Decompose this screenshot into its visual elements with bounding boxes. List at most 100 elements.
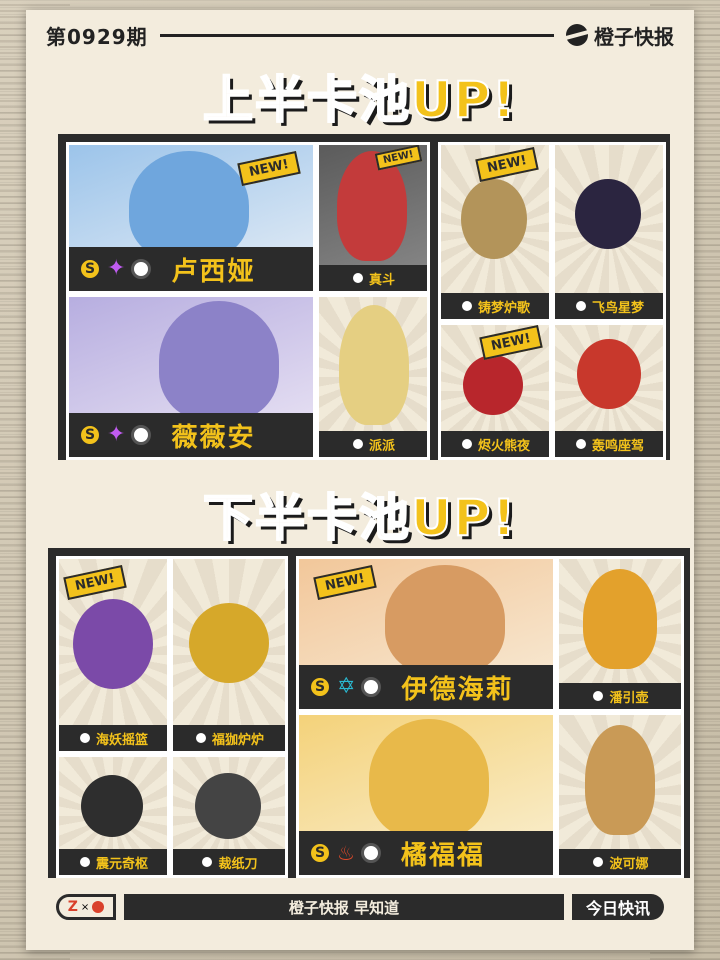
planet-icon (92, 901, 105, 913)
agent-label: 波可娜 (559, 849, 681, 875)
role-icon (77, 855, 92, 869)
footer-tag: 今日快讯 (571, 894, 664, 920)
engine-5-image (73, 599, 153, 689)
agent-nameplate: S ♨ 橘福福 (299, 831, 553, 875)
s-rank-icon: S (309, 676, 331, 698)
lower-title-up: UP! (410, 488, 518, 548)
footer-bar: Z × 橙子快报 早知道 今日快讯 (56, 894, 664, 920)
brand-name: 橙子快报 (594, 24, 674, 49)
anomaly-role-icon (131, 425, 152, 445)
bokena-portrait (585, 725, 655, 835)
engine-card-2[interactable]: 飞鸟星梦 (552, 142, 666, 322)
engine-card-5[interactable]: NEW! 海妖摇篮 (56, 556, 170, 754)
agent-card-bokena[interactable]: 波可娜 (556, 712, 684, 878)
engine-card-6[interactable]: 福㹢炉炉 (170, 556, 288, 754)
engine-6-image (189, 603, 269, 683)
vivian-portrait (159, 301, 279, 421)
rank-a-icon (350, 437, 365, 451)
agent-name: 薇薇安 (171, 422, 256, 453)
agent-card-yidehaili[interactable]: NEW! S ✡ 伊德海莉 (296, 556, 556, 712)
agent-card-jufufu[interactable]: S ♨ 橘福福 (296, 712, 556, 878)
agent-nameplate: S ✦ 卢西娅 (69, 247, 313, 291)
footer-slogan: 橙子快报 早知道 (124, 894, 564, 920)
lower-pool-panel: NEW! 海妖摇篮 福㹢炉炉 震元奇枢 裁纸刀 NEW! S ✡ 伊德海莉 S … (48, 548, 690, 878)
agent-nameplate: S ✦ 薇薇安 (69, 413, 313, 457)
ice-attribute-icon: ✡ (337, 674, 356, 699)
agent-name: 真斗 (368, 272, 395, 288)
engine-label: 飞鸟星梦 (555, 293, 663, 319)
agent-label: 派派 (319, 431, 427, 457)
new-badge: NEW! (313, 565, 377, 600)
footer-logos: Z × (56, 894, 116, 920)
agent-card-vivian[interactable]: S ✦ 薇薇安 (66, 294, 316, 460)
engine-name: 海妖摇篮 (95, 732, 148, 748)
new-badge: NEW! (374, 145, 423, 171)
s-rank-icon: S (309, 842, 331, 864)
role-icon (459, 437, 474, 451)
role-icon (193, 731, 208, 745)
agent-name: 橘福福 (400, 840, 485, 871)
upper-pool-title: 上半卡池UP! (26, 60, 694, 132)
engine-2-image (575, 179, 641, 249)
engine-name: 福㹢炉炉 (211, 732, 264, 748)
new-badge: NEW! (475, 147, 539, 182)
agent-card-lucia[interactable]: NEW! S ✦ 卢西娅 (66, 142, 316, 294)
engine-card-4[interactable]: 轰鸣座驾 (552, 322, 666, 460)
new-badge: NEW! (237, 151, 301, 186)
agent-name: 伊德海莉 (401, 674, 514, 705)
jufufu-portrait (369, 719, 489, 839)
header-bar: 第0929期 橙子快报 (46, 20, 674, 50)
agent-label: 潘引壶 (559, 683, 681, 709)
header-divider (159, 33, 554, 37)
role-icon (77, 731, 92, 745)
engine-card-3[interactable]: NEW! 烬火熊夜 (438, 322, 552, 460)
role-icon (200, 855, 215, 869)
agent-name: 波可娜 (609, 856, 649, 872)
support-role-icon (131, 259, 152, 279)
role-icon (573, 299, 588, 313)
poster-sheet: 第0929期 橙子快报 上半卡池UP! NEW! S ✦ 卢西娅 NEW! 真斗… (26, 10, 694, 950)
s-rank-icon: S (79, 424, 101, 446)
role-icon (459, 299, 474, 313)
engine-label: 震元奇枢 (59, 849, 167, 875)
upper-pool-panel: NEW! S ✦ 卢西娅 NEW! 真斗 S ✦ 薇薇安 派派 NEW! 铸梦炉… (58, 134, 670, 460)
engine-label: 烬火熊夜 (441, 431, 549, 457)
planet-logo-icon (566, 24, 588, 46)
engine-3-image (463, 355, 523, 415)
upper-title-up: UP! (410, 70, 518, 130)
agent-card-paipai[interactable]: 派派 (316, 294, 430, 460)
upper-title-main: 上半卡池 (202, 70, 411, 130)
issue-number: 第0929期 (46, 24, 148, 49)
engine-label: 裁纸刀 (173, 849, 285, 875)
engine-card-8[interactable]: 裁纸刀 (170, 754, 288, 878)
engine-card-1[interactable]: NEW! 铸梦炉歌 (438, 142, 552, 322)
role-icon (573, 437, 588, 451)
engine-name: 轰鸣座驾 (591, 438, 644, 454)
engine-label: 福㹢炉炉 (173, 725, 285, 751)
agent-label: 真斗 (319, 265, 427, 291)
engine-label: 海妖摇篮 (59, 725, 167, 751)
s-rank-icon: S (79, 258, 101, 280)
footer-separator: × (80, 901, 90, 913)
brand: 橙子快报 (566, 21, 674, 50)
engine-name: 震元奇枢 (95, 856, 148, 872)
engine-1-image (461, 179, 527, 259)
engine-label: 铸梦炉歌 (441, 293, 549, 319)
attack-role-icon (361, 677, 382, 697)
agent-name: 卢西娅 (171, 256, 256, 287)
agent-card-panyinhu[interactable]: 潘引壶 (556, 556, 684, 712)
engine-card-7[interactable]: 震元奇枢 (56, 754, 170, 878)
fire-attribute-icon: ♨ (337, 841, 355, 865)
agent-card-zhendou[interactable]: NEW! 真斗 (316, 142, 430, 294)
ether-attribute-icon: ✦ (107, 422, 126, 447)
zzz-logo: Z (67, 899, 78, 915)
lower-title-main: 下半卡池 (202, 488, 411, 548)
engine-8-image (195, 773, 261, 839)
engine-name: 烬火熊夜 (477, 438, 530, 454)
agent-name: 派派 (368, 438, 395, 454)
paipai-portrait (339, 305, 409, 425)
agent-name: 潘引壶 (609, 690, 649, 706)
engine-4-image (577, 339, 641, 409)
zhendou-portrait (337, 151, 407, 261)
lower-pool-title: 下半卡池UP! (26, 478, 694, 550)
